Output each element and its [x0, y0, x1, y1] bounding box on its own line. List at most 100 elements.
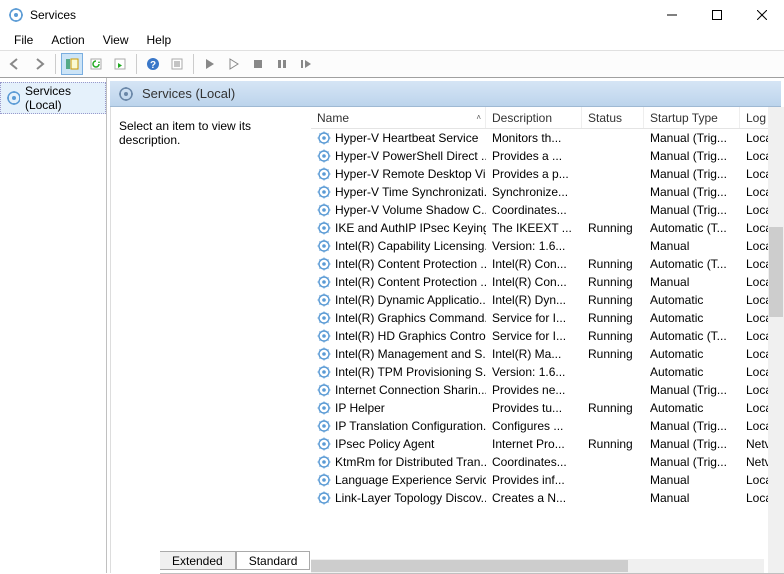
- service-name: IKE and AuthIP IPsec Keying...: [335, 221, 486, 235]
- service-name: Language Experience Service: [335, 473, 486, 487]
- tree-item-services-local[interactable]: Services (Local): [0, 82, 106, 114]
- service-status: Running: [582, 347, 644, 361]
- gear-icon: [317, 131, 331, 145]
- service-row[interactable]: Hyper-V Time Synchronizati...Synchronize…: [311, 183, 780, 201]
- minimize-button[interactable]: [649, 0, 694, 30]
- export-list-button[interactable]: [109, 53, 131, 75]
- service-startup: Manual (Trig...: [644, 383, 740, 397]
- gear-icon: [317, 293, 331, 307]
- service-name: Hyper-V Heartbeat Service: [335, 131, 478, 145]
- service-name: Internet Connection Sharin...: [335, 383, 486, 397]
- service-description: Intel(R) Con...: [486, 257, 582, 271]
- forward-button[interactable]: [28, 53, 50, 75]
- sort-asc-icon: ˄: [476, 113, 481, 122]
- menu-help[interactable]: Help: [139, 31, 180, 49]
- pause-service-button[interactable]: [271, 53, 293, 75]
- service-description: Creates a N...: [486, 491, 582, 505]
- gear-icon: [317, 419, 331, 433]
- app-icon: [8, 7, 24, 23]
- description-text: Select an item to view its description.: [119, 119, 251, 147]
- service-startup: Automatic: [644, 347, 740, 361]
- service-row[interactable]: Intel(R) Graphics Command...Service for …: [311, 309, 780, 327]
- column-header-name[interactable]: Name˄: [311, 107, 486, 128]
- service-name: IPsec Policy Agent: [335, 437, 434, 451]
- service-row[interactable]: Intel(R) Management and S...Intel(R) Ma.…: [311, 345, 780, 363]
- service-description: Intel(R) Ma...: [486, 347, 582, 361]
- service-status: Running: [582, 221, 644, 235]
- menu-view[interactable]: View: [95, 31, 137, 49]
- tab-standard[interactable]: Standard: [236, 551, 311, 570]
- service-description: Provides ne...: [486, 383, 582, 397]
- service-description: Internet Pro...: [486, 437, 582, 451]
- service-description: Provides tu...: [486, 401, 582, 415]
- service-row[interactable]: Intel(R) TPM Provisioning S...Version: 1…: [311, 363, 780, 381]
- gear-icon: [317, 365, 331, 379]
- service-row[interactable]: IP Translation Configuration...Configure…: [311, 417, 780, 435]
- service-name: Hyper-V Volume Shadow C...: [335, 203, 486, 217]
- service-row[interactable]: Intel(R) Content Protection ...Intel(R) …: [311, 273, 780, 291]
- start-service-button[interactable]: [199, 53, 221, 75]
- service-startup: Manual: [644, 473, 740, 487]
- refresh-button[interactable]: [85, 53, 107, 75]
- gear-icon: [317, 347, 331, 361]
- service-row[interactable]: IKE and AuthIP IPsec Keying...The IKEEXT…: [311, 219, 780, 237]
- menu-file[interactable]: File: [6, 31, 41, 49]
- column-header-startup[interactable]: Startup Type: [644, 107, 740, 128]
- service-row[interactable]: IPsec Policy AgentInternet Pro...Running…: [311, 435, 780, 453]
- service-startup: Manual (Trig...: [644, 203, 740, 217]
- service-description: The IKEEXT ...: [486, 221, 582, 235]
- svg-text:?: ?: [150, 60, 156, 71]
- service-row[interactable]: Hyper-V Remote Desktop Vi...Provides a p…: [311, 165, 780, 183]
- maximize-button[interactable]: [694, 0, 739, 30]
- gear-icon: [317, 239, 331, 253]
- service-description: Coordinates...: [486, 455, 582, 469]
- stop-service-button[interactable]: [247, 53, 269, 75]
- console-tree: Services (Local): [0, 78, 107, 573]
- horizontal-scrollbar[interactable]: [311, 559, 764, 573]
- gear-icon: [317, 203, 331, 217]
- service-status: Running: [582, 275, 644, 289]
- play-alt-button[interactable]: [223, 53, 245, 75]
- service-row[interactable]: Intel(R) Capability Licensing...Version:…: [311, 237, 780, 255]
- view-tabs: Extended Standard: [160, 549, 310, 569]
- service-startup: Manual (Trig...: [644, 167, 740, 181]
- back-button[interactable]: [4, 53, 26, 75]
- properties-button[interactable]: [166, 53, 188, 75]
- service-startup: Manual (Trig...: [644, 437, 740, 451]
- service-startup: Automatic: [644, 401, 740, 415]
- menu-action[interactable]: Action: [43, 31, 92, 49]
- service-row[interactable]: Link-Layer Topology Discov...Creates a N…: [311, 489, 780, 507]
- service-row[interactable]: Hyper-V Heartbeat ServiceMonitors th...M…: [311, 129, 780, 147]
- service-row[interactable]: Intel(R) Dynamic Applicatio...Intel(R) D…: [311, 291, 780, 309]
- service-row[interactable]: Internet Connection Sharin...Provides ne…: [311, 381, 780, 399]
- vertical-scrollbar[interactable]: [768, 107, 784, 573]
- service-row[interactable]: KtmRm for Distributed Tran...Coordinates…: [311, 453, 780, 471]
- service-row[interactable]: IP HelperProvides tu...RunningAutomaticL…: [311, 399, 780, 417]
- service-row[interactable]: Intel(R) HD Graphics Contro...Service fo…: [311, 327, 780, 345]
- service-description: Version: 1.6...: [486, 365, 582, 379]
- column-header-description[interactable]: Description: [486, 107, 582, 128]
- service-startup: Automatic: [644, 293, 740, 307]
- show-hide-tree-button[interactable]: [61, 53, 83, 75]
- tab-extended[interactable]: Extended: [160, 551, 236, 570]
- gear-icon: [317, 311, 331, 325]
- service-name: KtmRm for Distributed Tran...: [335, 455, 486, 469]
- restart-service-button[interactable]: [295, 53, 317, 75]
- service-row[interactable]: Intel(R) Content Protection ...Intel(R) …: [311, 255, 780, 273]
- service-row[interactable]: Language Experience ServiceProvides inf.…: [311, 471, 780, 489]
- service-description: Provides inf...: [486, 473, 582, 487]
- gear-icon: [317, 167, 331, 181]
- gear-icon: [317, 257, 331, 271]
- service-name: Link-Layer Topology Discov...: [335, 491, 486, 505]
- gear-icon: [317, 473, 331, 487]
- service-startup: Manual (Trig...: [644, 455, 740, 469]
- service-status: Running: [582, 293, 644, 307]
- gear-icon: [317, 491, 331, 505]
- service-row[interactable]: Hyper-V PowerShell Direct ...Provides a …: [311, 147, 780, 165]
- close-button[interactable]: [739, 0, 784, 30]
- column-header-status[interactable]: Status: [582, 107, 644, 128]
- service-name: Intel(R) Graphics Command...: [335, 311, 486, 325]
- help-button[interactable]: ?: [142, 53, 164, 75]
- service-row[interactable]: Hyper-V Volume Shadow C...Coordinates...…: [311, 201, 780, 219]
- service-description: Provides a p...: [486, 167, 582, 181]
